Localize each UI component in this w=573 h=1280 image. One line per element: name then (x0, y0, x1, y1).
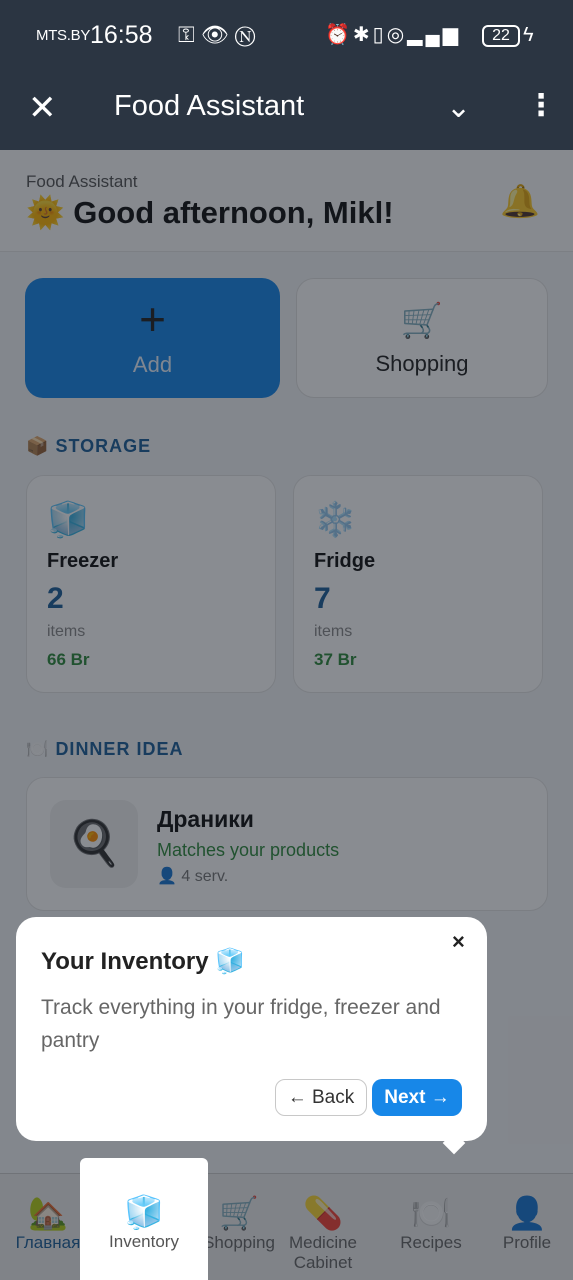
vibrate-icon: ▯ (372, 24, 387, 46)
popover-description: Track everything in your fridge, freezer… (41, 996, 441, 1052)
key-icon: ⚿ (178, 22, 201, 47)
nav-inventory-item: 🧊 Inventory (80, 1173, 208, 1280)
battery-indicator: 22 (482, 25, 520, 47)
eye-icon: 👁 (200, 22, 235, 47)
bluetooth-icon: ✱ (352, 24, 373, 46)
close-icon[interactable]: × (452, 929, 465, 955)
more-menu-icon[interactable]: ⋮ (526, 88, 556, 123)
next-button[interactable]: Next → (372, 1079, 462, 1116)
status-left-icons: ⚿👁Ⓝ (178, 22, 261, 48)
alarm-icon: ⏰ (325, 24, 353, 46)
app-title: Food Assistant (114, 90, 305, 122)
app-bar: ✕ Food Assistant ⌄ ⋮ (0, 70, 573, 150)
hotspot-icon: ◎ (386, 24, 408, 46)
nav-inventory[interactable]: 🧊 Inventory (80, 1158, 208, 1280)
back-button[interactable]: ← Back (275, 1079, 367, 1116)
status-bar: MTS.BY 16:58 ⚿👁Ⓝ ⏰✱▯◎▂▄▆ 22 ϟ (0, 0, 573, 70)
ice-icon: 🧊 (124, 1194, 164, 1230)
chevron-down-icon[interactable]: ⌄ (446, 90, 471, 125)
status-time: 16:58 (90, 21, 153, 49)
popover-title: Your Inventory 🧊 (41, 948, 246, 975)
charging-icon: ϟ (523, 24, 534, 46)
signal-4g-icon: ▂▄▆ (407, 24, 462, 46)
nfc-icon: Ⓝ (234, 22, 262, 47)
nav-label: Inventory (109, 1232, 179, 1251)
carrier-label: MTS.BY (36, 27, 91, 44)
status-right-icons: ⏰✱▯◎▂▄▆ (325, 22, 461, 47)
tour-popover: × Your Inventory 🧊 Track everything in y… (16, 917, 487, 1141)
close-icon[interactable]: ✕ (28, 88, 57, 128)
